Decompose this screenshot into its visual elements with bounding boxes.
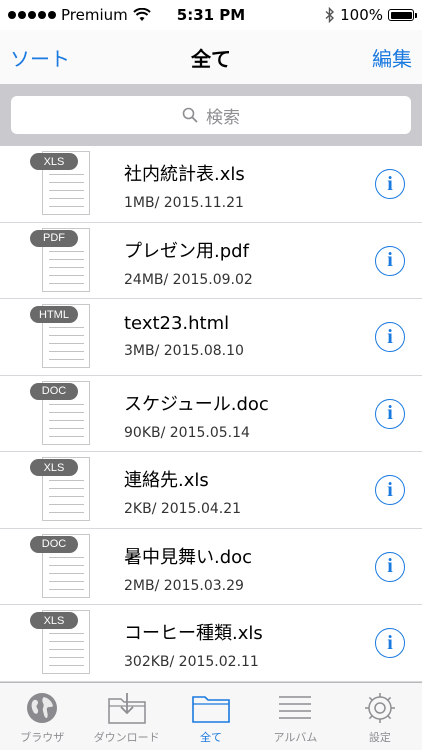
tab-label: 全て [200, 731, 223, 744]
file-type-badge: HTML [30, 306, 78, 323]
file-row[interactable]: DOC 暑中見舞い.doc 2MB/ 2015.03.29 i [0, 529, 422, 605]
tab-album[interactable]: アルバム [253, 683, 337, 750]
search-placeholder: 検索 [206, 107, 240, 128]
file-meta: 2KB/ 2015.04.21 [124, 501, 242, 517]
file-type-badge: XLS [30, 612, 78, 629]
file-row[interactable]: HTML text23.html 3MB/ 2015.08.10 i [0, 299, 422, 376]
bluetooth-icon [325, 7, 335, 23]
file-list: XLS 社内統計表.xls 1MB/ 2015.11.21 i PDF プレゼン… [0, 146, 422, 682]
carrier-name: Premium [61, 6, 128, 24]
file-name: スケジュール.doc [124, 393, 269, 415]
tab-label: ブラウザ [20, 731, 65, 744]
file-row[interactable]: XLS 社内統計表.xls 1MB/ 2015.11.21 i [0, 146, 422, 223]
battery-icon [388, 9, 417, 21]
tab-download[interactable]: ダウンロード [84, 683, 168, 750]
document-icon: HTML [30, 304, 92, 370]
file-type-badge: PDF [30, 229, 78, 247]
info-button[interactable]: i [375, 475, 405, 505]
file-meta: 1MB/ 2015.11.21 [124, 195, 244, 211]
edit-button[interactable]: 編集 [372, 43, 412, 72]
document-icon: XLS [30, 457, 92, 523]
document-icon: XLS [30, 151, 92, 217]
file-meta: 3MB/ 2015.08.10 [124, 343, 244, 359]
search-input[interactable]: 検索 [11, 96, 411, 134]
file-name: プレゼン用.pdf [124, 240, 249, 262]
tab-browser[interactable]: ブラウザ [0, 683, 84, 750]
status-left: Premium [8, 6, 151, 24]
file-name: 連絡先.xls [124, 470, 209, 491]
search-icon [182, 107, 198, 123]
tab-label: ダウンロード [93, 731, 160, 744]
document-icon: XLS [30, 610, 92, 676]
info-button[interactable]: i [375, 551, 405, 582]
file-meta: 302KB/ 2015.02.11 [124, 654, 259, 670]
document-icon: DOC [30, 533, 92, 600]
tab-settings[interactable]: 設定 [338, 683, 422, 750]
info-button[interactable]: i [375, 628, 405, 658]
info-button[interactable]: i [375, 169, 405, 199]
signal-strength-icon [8, 11, 56, 19]
file-type-badge: XLS [30, 459, 78, 476]
info-button[interactable]: i [375, 398, 405, 429]
file-row[interactable]: DOC スケジュール.doc 90KB/ 2015.05.14 i [0, 376, 422, 452]
file-meta: 90KB/ 2015.05.14 [124, 424, 250, 441]
gear-icon [364, 693, 395, 723]
sort-button[interactable]: ソート [10, 43, 70, 72]
file-row[interactable]: PDF プレゼン用.pdf 24MB/ 2015.09.02 i [0, 223, 422, 299]
file-name: 暑中見舞い.doc [124, 546, 253, 568]
file-meta: 24MB/ 2015.09.02 [124, 271, 253, 288]
download-folder-icon [107, 693, 146, 724]
battery-percent: 100% [340, 6, 383, 24]
tab-label: アルバム [273, 731, 318, 744]
wifi-icon [133, 8, 151, 21]
search-bar-container: 検索 [0, 84, 422, 146]
file-row[interactable]: XLS 連絡先.xls 2KB/ 2015.04.21 i [0, 452, 422, 529]
status-right: 100% [325, 6, 417, 24]
tab-label: 設定 [368, 731, 391, 744]
file-row[interactable]: XLS コーヒー種類.xls 302KB/ 2015.02.11 i [0, 605, 422, 682]
navigation-bar: ソート 全て 編集 [0, 30, 422, 84]
document-icon: DOC [30, 380, 92, 447]
folder-icon [192, 696, 230, 723]
globe-icon [27, 693, 58, 723]
file-type-badge: DOC [30, 535, 78, 553]
document-icon: PDF [30, 227, 92, 294]
file-meta: 2MB/ 2015.03.29 [124, 577, 244, 594]
tab-bar: ブラウザ ダウンロード 全て アルバム 設定 [0, 682, 422, 750]
album-icon [279, 696, 312, 719]
info-button[interactable]: i [375, 245, 405, 276]
file-name: text23.html [124, 313, 230, 334]
tab-all[interactable]: 全て [169, 683, 253, 750]
info-button[interactable]: i [375, 322, 405, 352]
file-type-badge: XLS [30, 153, 78, 170]
file-type-badge: DOC [30, 382, 78, 400]
file-name: 社内統計表.xls [124, 164, 245, 185]
file-name: コーヒー種類.xls [124, 623, 263, 644]
status-bar: Premium 5:31 PM 100% [0, 0, 422, 30]
